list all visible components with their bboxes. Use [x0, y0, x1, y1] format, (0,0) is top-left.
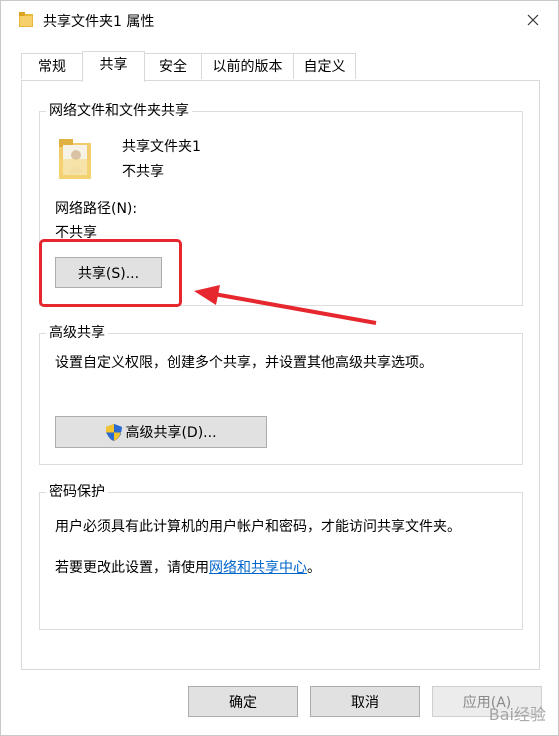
tab-strip: 常规 共享 安全 以前的版本 自定义 — [21, 51, 541, 82]
watermark-logo: Bai经验 — [488, 705, 546, 724]
window-title: 共享文件夹1 属性 — [43, 14, 155, 30]
tab-security[interactable]: 安全 — [144, 53, 202, 79]
password-protection-description: 用户必须具有此计算机的用户帐户和密码，才能访问共享文件夹。 — [55, 519, 461, 535]
folder-name: 共享文件夹1 — [122, 139, 201, 155]
cancel-button[interactable]: 取消 — [310, 686, 420, 717]
shield-icon — [106, 423, 123, 441]
network-sharing-center-link[interactable]: 网络和共享中心 — [209, 560, 307, 576]
properties-window: 共享文件夹1 属性 常规 共享 安全 以前的版本 自定义 网络文件和文件夹共享 … — [0, 0, 559, 736]
annotation-highlight-box — [39, 239, 182, 307]
change-setting-suffix: 。 — [307, 560, 321, 576]
network-sharing-title: 网络文件和文件夹共享 — [46, 102, 192, 120]
ok-button[interactable]: 确定 — [188, 686, 298, 717]
tab-sharing[interactable]: 共享 — [82, 51, 145, 82]
close-icon — [527, 14, 539, 26]
folder-icon — [19, 12, 33, 27]
tab-general[interactable]: 常规 — [21, 53, 83, 79]
network-path-label: 网络路径(N): — [55, 201, 138, 217]
advanced-sharing-title: 高级共享 — [46, 324, 108, 342]
advanced-sharing-button-label: 高级共享(D)... — [125, 425, 217, 441]
advanced-sharing-button[interactable]: 高级共享(D)... — [55, 416, 267, 448]
tab-customize[interactable]: 自定义 — [293, 53, 356, 79]
change-setting-text: 若要更改此设置，请使用网络和共享中心。 — [55, 559, 321, 577]
tab-previous-versions[interactable]: 以前的版本 — [201, 53, 294, 79]
annotation-arrow-icon — [194, 285, 377, 325]
advanced-sharing-description: 设置自定义权限，创建多个共享，并设置其他高级共享选项。 — [55, 355, 433, 371]
shared-folder-icon — [59, 139, 91, 179]
change-setting-prefix: 若要更改此设置，请使用 — [55, 560, 209, 576]
password-protection-title: 密码保护 — [46, 483, 108, 501]
folder-share-status: 不共享 — [122, 164, 164, 180]
title-bar: 共享文件夹1 属性 — [1, 1, 558, 39]
close-button[interactable] — [518, 7, 548, 33]
